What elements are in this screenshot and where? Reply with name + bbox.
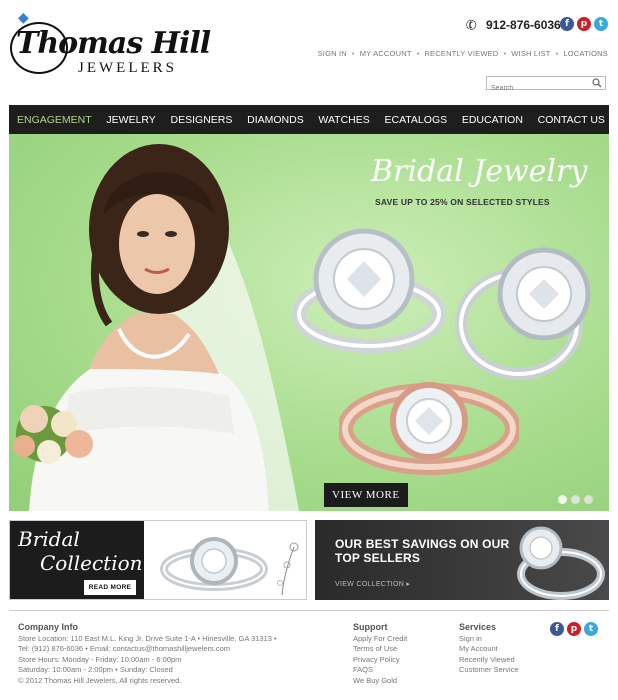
terms-of-use-link[interactable]: Terms of Use xyxy=(353,644,407,655)
support-links: Support Apply For Credit Terms of Use Pr… xyxy=(353,622,407,686)
link-separator: • xyxy=(503,49,507,58)
nav-engagement[interactable]: ENGAGEMENT xyxy=(13,114,96,126)
facebook-icon[interactable]: f xyxy=(550,622,564,636)
store-hours-weekday: Store Hours: Monday - Friday: 10:00am - … xyxy=(18,654,182,664)
footer-recently-viewed-link[interactable]: Recently Viewed xyxy=(459,655,519,666)
we-buy-gold-link[interactable]: We Buy Gold xyxy=(353,676,407,687)
site-header: ◆ Thomas Hill JEWELERS ✆ 912-876-6036 f … xyxy=(0,0,618,104)
view-collection-link[interactable]: VIEW COLLECTION ▸ xyxy=(335,580,410,588)
slider-dots xyxy=(558,495,593,504)
store-hours-weekend: Saturday: 10:00am - 2:00pm • Sunday: Clo… xyxy=(18,665,173,674)
nav-jewelry[interactable]: JEWELRY xyxy=(102,114,159,126)
social-links-footer: f p t xyxy=(550,622,598,636)
search-icon[interactable] xyxy=(592,78,602,88)
support-heading: Support xyxy=(353,622,388,632)
wish-list-link[interactable]: WISH LIST xyxy=(511,49,550,58)
link-separator: • xyxy=(555,49,559,58)
hero-title: Bridal Jewelry xyxy=(371,154,588,189)
ring-image-left xyxy=(292,228,446,353)
site-footer: Company Info Store Location: 110 East M.… xyxy=(0,612,618,700)
main-nav: ENGAGEMENT JEWELRY DESIGNERS DIAMONDS WA… xyxy=(9,105,609,134)
diamond-icon: ◆ xyxy=(18,9,29,25)
footer-divider xyxy=(9,610,609,611)
logo-name: Thomas Hill xyxy=(16,26,211,61)
hero-banner[interactable]: Bridal Jewelry SAVE UP TO 25% ON SELECTE… xyxy=(9,134,609,511)
pinterest-icon[interactable]: p xyxy=(577,17,591,31)
apply-for-credit-link[interactable]: Apply For Credit xyxy=(353,634,407,645)
link-separator: • xyxy=(416,49,420,58)
sign-in-link[interactable]: SIGN IN xyxy=(318,49,347,58)
view-collection-label: VIEW COLLECTION xyxy=(335,581,405,588)
nav-ecatalogs[interactable]: ECATALOGS xyxy=(380,114,451,126)
bridal-collection-promo[interactable]: Bridal Collection READ MORE xyxy=(9,520,307,600)
ring-image-right xyxy=(455,247,591,380)
promo-title-2: Collection xyxy=(40,551,143,575)
top-sellers-promo[interactable]: OUR BEST SAVINGS ON OUR TOP SELLERS VIEW… xyxy=(315,520,609,600)
view-more-button[interactable]: VIEW MORE xyxy=(324,483,408,507)
logo-subtitle: JEWELERS xyxy=(78,60,177,76)
search-box xyxy=(486,76,606,95)
contact-info[interactable]: Tel: (912) 876-6036 • Email: contactus@t… xyxy=(18,644,277,655)
twitter-icon[interactable]: t xyxy=(594,17,608,31)
locations-link[interactable]: LOCATIONS xyxy=(563,49,608,58)
slider-dot-2[interactable] xyxy=(571,495,580,504)
caret-right-icon: ▸ xyxy=(406,581,411,588)
hero-subtitle: SAVE UP TO 25% ON SELECTED STYLES xyxy=(375,197,550,207)
twitter-icon[interactable]: t xyxy=(584,622,598,636)
phone-icon: ✆ xyxy=(463,16,480,34)
company-info: Company Info Store Location: 110 East M.… xyxy=(18,622,277,686)
account-links: SIGN IN • MY ACCOUNT • RECENTLY VIEWED •… xyxy=(318,49,608,58)
phone-contact[interactable]: ✆ 912-876-6036 xyxy=(463,16,561,34)
bride-image xyxy=(13,144,299,511)
promo-heading-2: TOP SELLERS xyxy=(335,551,421,565)
services-links: Services Sign in My Account Recently Vie… xyxy=(459,622,519,676)
footer-my-account-link[interactable]: My Account xyxy=(459,644,519,655)
nav-contact-us[interactable]: CONTACT US xyxy=(534,114,609,126)
social-links-header: f p t xyxy=(560,17,608,31)
nav-education[interactable]: EDUCATION xyxy=(458,114,527,126)
facebook-icon[interactable]: f xyxy=(560,17,574,31)
site-logo[interactable]: ◆ Thomas Hill JEWELERS xyxy=(10,8,211,78)
copyright: © 2012 Thomas Hill Jewelers, All rights … xyxy=(18,675,182,685)
privacy-policy-link[interactable]: Privacy Policy xyxy=(353,655,407,666)
promo-title-1: Bridal xyxy=(18,527,80,551)
footer-sign-in-link[interactable]: Sign in xyxy=(459,634,519,645)
recently-viewed-link[interactable]: RECENTLY VIEWED xyxy=(424,49,498,58)
ring-image-top-seller xyxy=(517,526,605,600)
customer-service-link[interactable]: Customer Service xyxy=(459,665,519,676)
slider-dot-3[interactable] xyxy=(584,495,593,504)
link-separator: • xyxy=(351,49,355,58)
search-input[interactable] xyxy=(487,82,591,95)
nav-watches[interactable]: WATCHES xyxy=(314,114,373,126)
faqs-link[interactable]: FAQS xyxy=(353,665,407,676)
ring-image-collection xyxy=(160,537,299,596)
slider-dot-1[interactable] xyxy=(558,495,567,504)
store-location: Store Location: 110 East M.L. King Jr. D… xyxy=(18,633,277,643)
nav-designers[interactable]: DESIGNERS xyxy=(167,114,237,126)
promo-heading-1: OUR BEST SAVINGS ON OUR xyxy=(335,537,510,551)
services-heading: Services xyxy=(459,622,497,632)
pinterest-icon[interactable]: p xyxy=(567,622,581,636)
nav-diamonds[interactable]: DIAMONDS xyxy=(243,114,308,126)
read-more-button[interactable]: READ MORE xyxy=(84,580,136,595)
company-info-heading: Company Info xyxy=(18,622,78,632)
my-account-link[interactable]: MY ACCOUNT xyxy=(360,49,412,58)
phone-number: 912-876-6036 xyxy=(486,18,561,32)
